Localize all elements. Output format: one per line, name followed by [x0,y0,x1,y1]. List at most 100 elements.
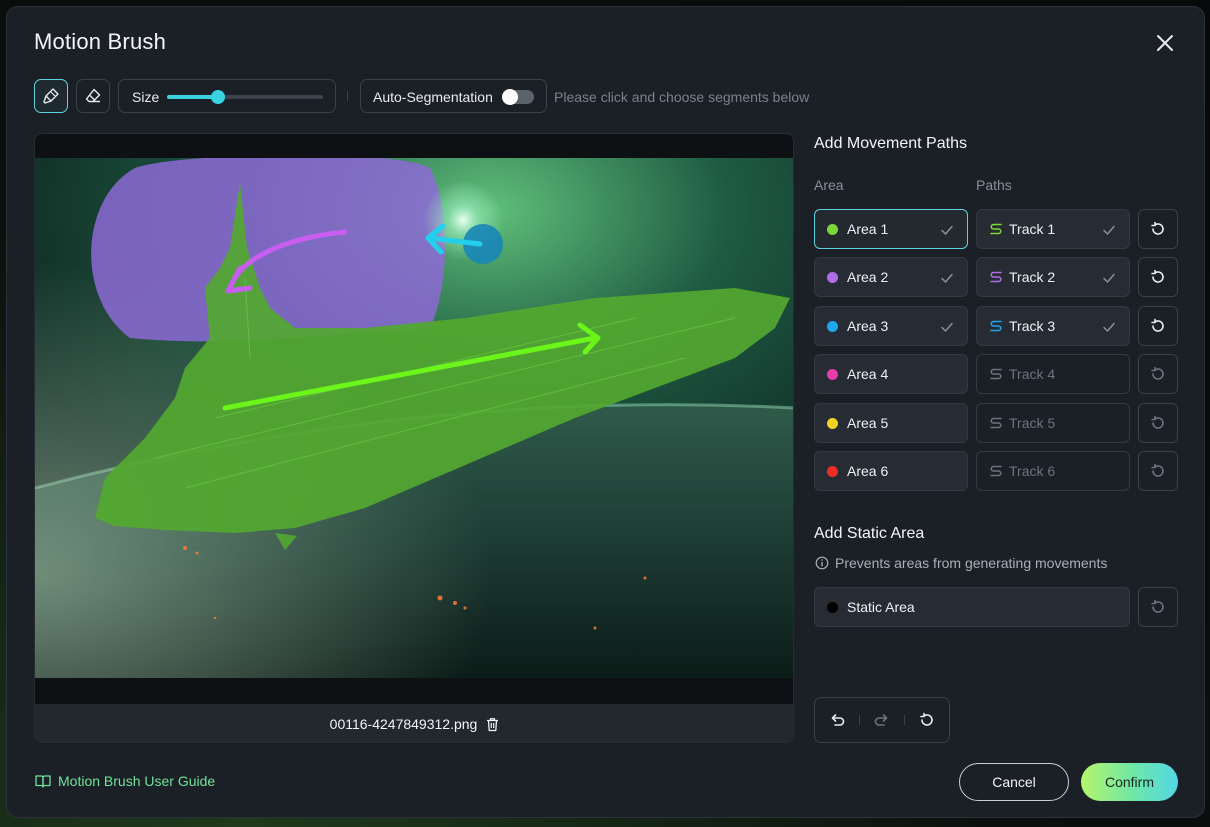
book-icon [35,775,51,788]
file-info-bar: 00116-4247849312.png [35,704,793,742]
track-label: Track 6 [1009,463,1056,479]
redo-button[interactable] [860,698,904,742]
auto-segmentation-label: Auto-Segmentation [373,89,493,105]
area-item[interactable]: Area 6 [814,451,968,491]
static-area-item[interactable]: Static Area [814,587,1130,627]
path-icon [990,417,1002,429]
area-label: Area 1 [847,221,889,237]
size-label: Size [132,89,160,105]
area-item[interactable]: Area 1 [814,209,968,249]
reset-icon [1151,463,1164,477]
dialog-title: Motion Brush [34,29,167,54]
track-reset-button[interactable] [1138,403,1178,443]
reset-icon [1151,415,1164,429]
track-reset-button[interactable] [1138,306,1178,346]
area-label: Area 4 [847,366,889,382]
area-color-dot [827,368,838,380]
track-label: Track 1 [1009,221,1056,237]
static-area-label: Static Area [847,599,915,615]
size-slider[interactable] [167,90,323,104]
close-button[interactable] [1153,31,1177,55]
motion-brush-dialog: Motion Brush Size Auto-Segmentation Plea… [6,6,1205,818]
size-slider-thumb[interactable] [211,90,226,104]
area-color-dot [827,417,838,429]
path-icon [990,368,1002,380]
area-label: Area 3 [847,318,889,334]
scene-image[interactable] [35,158,794,678]
area-item[interactable]: Area 3 [814,306,968,346]
path-icon [990,223,1002,235]
reset-icon [1151,366,1164,380]
area-column-header: Area [814,177,844,193]
area-color-dot [827,223,838,235]
toolbar-divider [347,91,348,101]
static-area-heading: Add Static Area [814,525,925,542]
close-icon [1157,35,1173,51]
area-item[interactable]: Area 5 [814,403,968,443]
static-area-info: Prevents areas from generating movements [815,555,1107,571]
check-icon [1103,225,1115,235]
check-icon [941,273,953,283]
reset-icon [1151,221,1164,235]
track-item[interactable]: Track 6 [976,451,1130,491]
cancel-button[interactable]: Cancel [959,763,1069,801]
path-icon [990,320,1002,332]
brush-size-control: Size [118,79,336,113]
check-icon [1103,322,1115,332]
image-canvas[interactable]: 00116-4247849312.png [34,133,794,743]
area-label: Area 5 [847,415,889,431]
redo-icon [874,714,888,726]
reset-icon [1151,269,1164,283]
delete-image-button[interactable] [485,717,500,732]
track-reset-button[interactable] [1138,354,1178,394]
reset-icon [920,712,933,726]
brush-icon [43,88,59,104]
trash-icon [487,717,499,731]
area-item[interactable]: Area 2 [814,257,968,297]
area-color-dot [827,465,838,477]
static-area-reset-button[interactable] [1138,587,1178,627]
track-item[interactable]: Track 5 [976,403,1130,443]
toggle-knob [502,89,518,105]
track-reset-button[interactable] [1138,209,1178,249]
static-area-color-dot [827,601,838,613]
track-reset-button[interactable] [1138,257,1178,297]
confirm-button[interactable]: Confirm [1081,763,1178,801]
area-label: Area 2 [847,269,889,285]
track-label: Track 3 [1009,318,1056,334]
reset-icon [1151,318,1164,332]
history-controls [814,697,950,743]
check-icon [941,322,953,332]
track-label: Track 5 [1009,415,1056,431]
track-label: Track 4 [1009,366,1056,382]
movement-paths-heading: Add Movement Paths [814,135,967,152]
track-item[interactable]: Track 2 [976,257,1130,297]
auto-segmentation-toggle[interactable] [502,89,534,105]
area-item[interactable]: Area 4 [814,354,968,394]
undo-button[interactable] [815,698,859,742]
user-guide-link[interactable]: Motion Brush User Guide [35,773,215,789]
area-label: Area 6 [847,463,889,479]
check-icon [941,225,953,235]
brush-tool-button[interactable] [34,79,68,113]
file-name: 00116-4247849312.png [329,716,478,732]
area-color-dot [827,320,838,332]
auto-segmentation-control: Auto-Segmentation [360,79,547,113]
undo-icon [831,714,845,726]
track-item[interactable]: Track 3 [976,306,1130,346]
track-item[interactable]: Track 1 [976,209,1130,249]
reset-all-button[interactable] [905,698,949,742]
check-icon [1103,273,1115,283]
paths-column-header: Paths [976,177,1012,193]
track-reset-button[interactable] [1138,451,1178,491]
track-item[interactable]: Track 4 [976,354,1130,394]
area-color-dot [827,271,838,283]
path-icon [990,465,1002,477]
eraser-icon [85,88,101,103]
track-label: Track 2 [1009,269,1056,285]
eraser-tool-button[interactable] [76,79,110,113]
user-guide-label: Motion Brush User Guide [58,773,216,789]
reset-icon [1151,599,1164,613]
info-icon [815,556,829,570]
segmentation-hint: Please click and choose segments below [554,89,810,105]
